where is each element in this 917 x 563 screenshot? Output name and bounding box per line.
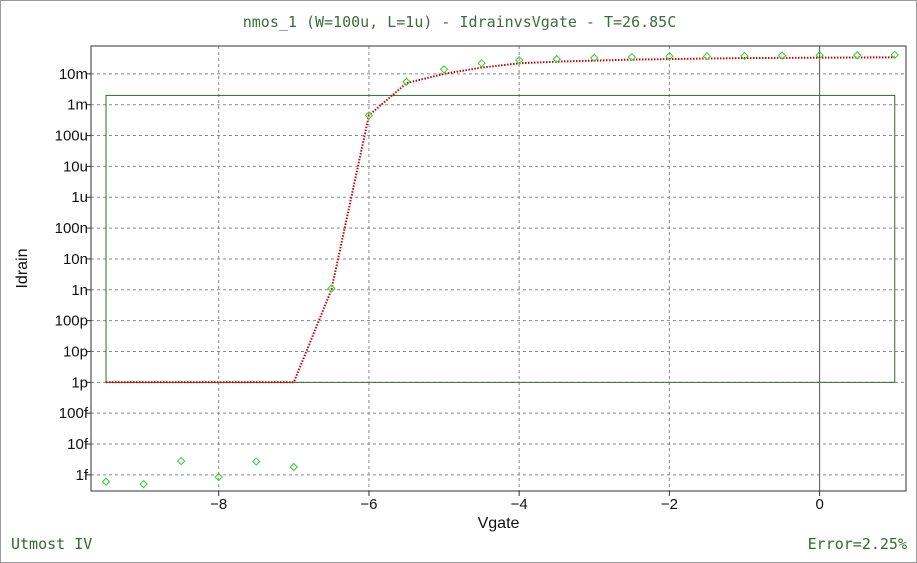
y-tick-label: 10f [67,436,89,453]
fit-window-layer [105,94,896,383]
footer-tool-name: Utmost IV [11,535,93,553]
measured-point [777,51,787,60]
y-tick-label: 1f [75,467,88,484]
y-tick-label: 100p [55,313,88,330]
y-tick-label: 1p [71,374,88,391]
y-axis-title: Idrain [14,248,31,288]
x-tick-label: −6 [360,496,377,513]
y-tick-label: 10n [63,251,88,268]
x-tick-label: 0 [815,496,823,513]
measured-point [402,77,411,87]
y-tick-label: 1u [71,189,88,206]
x-tick-label: −2 [661,496,678,513]
measured-point [139,479,148,489]
chart-svg: 1f 10f 100f 1p 10p 100p 1n 10n 100n 1u 10u 100u 1m 10… [14,45,907,532]
measured-point [477,59,486,68]
measured-point [252,457,261,466]
grid-layer [91,46,906,491]
fit-window-box [105,94,896,383]
model-curve [106,56,895,384]
x-tick-label: −8 [210,496,227,513]
measured-point [101,477,111,486]
y-tick-label: 100u [55,128,88,145]
model-series-layer [106,56,895,384]
y-tick-label: 1m [67,97,88,114]
y-tick-label: 10p [63,343,88,360]
plot-window: nmos_1 (W=100u, L=1u) - IdrainvsVgate - … [0,0,917,563]
footer-error-readout: Error=2.25% [807,535,907,553]
measured-series-layer [101,50,899,489]
measured-point [439,65,449,74]
x-axis-title: Vgate [478,515,520,532]
y-tick-label: 100f [59,405,89,422]
measured-point [852,51,862,60]
y-tick-label: 10m [59,66,88,83]
y-tick-label: 100n [55,220,88,237]
measured-point [176,456,186,466]
y-tick-label: 1n [71,282,88,299]
x-tick-label: −4 [511,496,528,513]
plot-area-border [90,45,907,492]
measured-point [289,462,299,472]
y-tick-label: 10u [63,158,88,175]
